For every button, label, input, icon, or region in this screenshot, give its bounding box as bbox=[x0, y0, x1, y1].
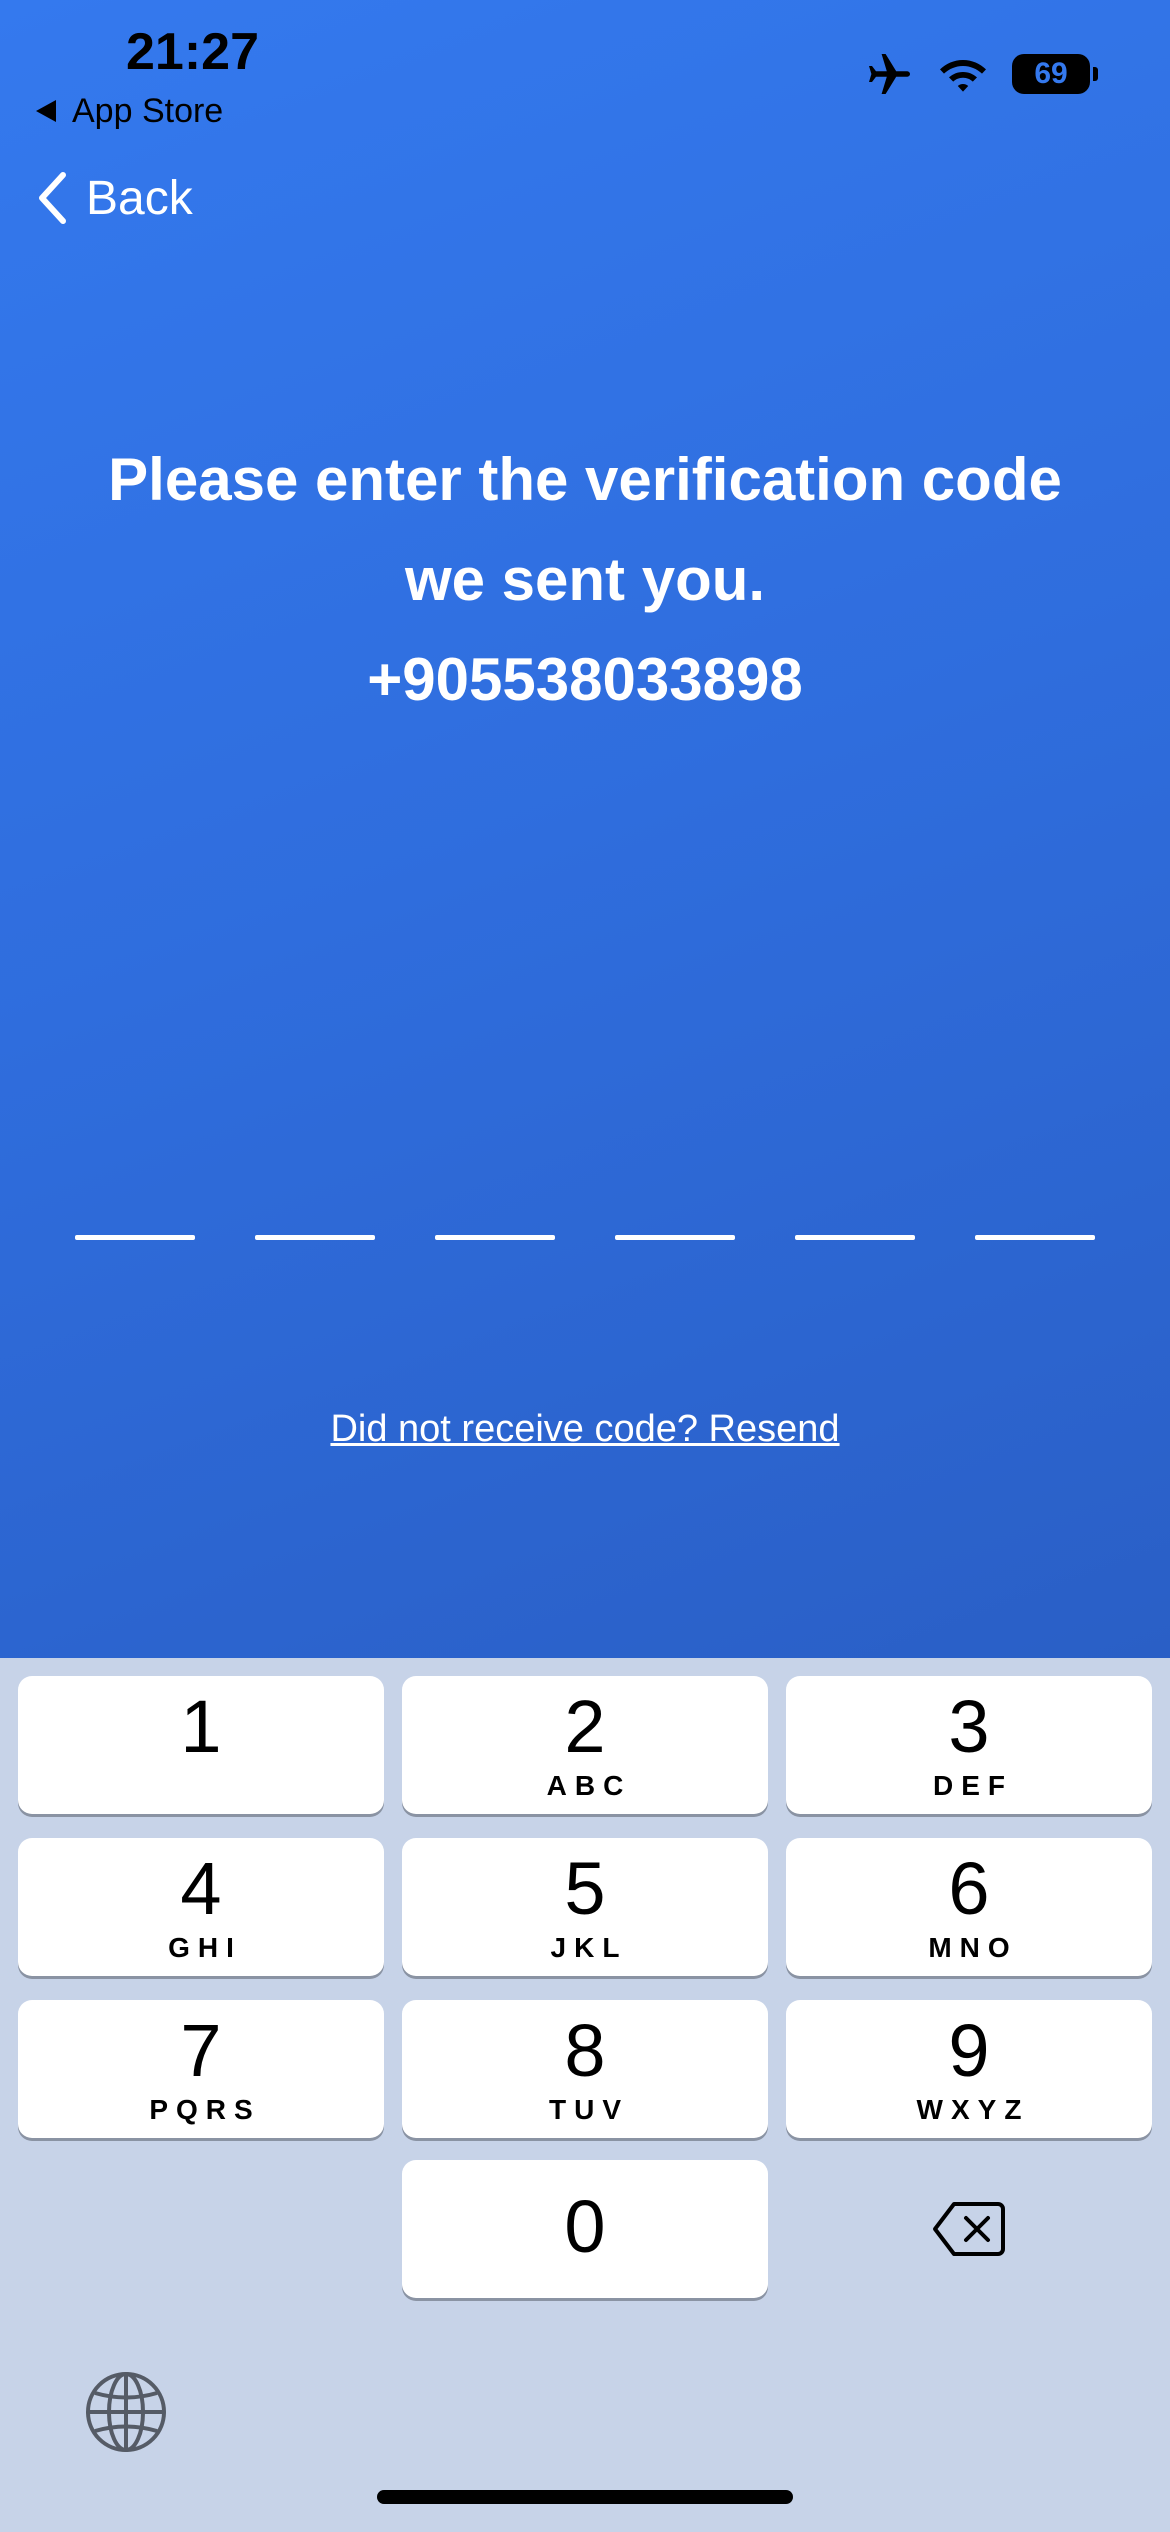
resend-link[interactable]: Did not receive code? Resend bbox=[0, 1408, 1170, 1451]
key-letters: PQRS bbox=[149, 2094, 261, 2125]
battery-icon: 69 bbox=[1012, 54, 1098, 94]
key-9[interactable]: 9 WXYZ bbox=[786, 2000, 1152, 2138]
key-letters: ABC bbox=[546, 1770, 632, 1801]
key-6[interactable]: 6 MNO bbox=[786, 1838, 1152, 1976]
key-digit: 6 bbox=[948, 1847, 990, 1930]
code-slot-6[interactable] bbox=[975, 1235, 1095, 1240]
key-2[interactable]: 2 ABC bbox=[402, 1676, 768, 1814]
message-line-2: we sent you. bbox=[404, 546, 766, 613]
wifi-icon bbox=[940, 60, 986, 92]
key-4[interactable]: 4 GHI bbox=[18, 1838, 384, 1976]
airplane-icon bbox=[869, 54, 910, 94]
key-digit: 4 bbox=[180, 1847, 222, 1930]
key-5[interactable]: 5 JKL bbox=[402, 1838, 768, 1976]
code-slot-3[interactable] bbox=[435, 1235, 555, 1240]
code-slot-2[interactable] bbox=[255, 1235, 375, 1240]
key-digit: 1 bbox=[180, 1685, 222, 1768]
key-digit: 3 bbox=[948, 1685, 990, 1768]
code-slot-4[interactable] bbox=[615, 1235, 735, 1240]
code-slot-1[interactable] bbox=[75, 1235, 195, 1240]
key-digit: 8 bbox=[564, 2009, 606, 2092]
key-digit: 9 bbox=[948, 2009, 990, 2092]
key-8[interactable]: 8 TUV bbox=[402, 2000, 768, 2138]
key-letters: WXYZ bbox=[916, 2094, 1030, 2125]
key-digit: 5 bbox=[564, 1847, 606, 1930]
globe-icon[interactable] bbox=[84, 2370, 168, 2454]
home-indicator[interactable] bbox=[377, 2490, 793, 2504]
key-letters: MNO bbox=[928, 1932, 1018, 1963]
key-digit: 0 bbox=[564, 2185, 606, 2268]
verification-message: Please enter the verification code we se… bbox=[60, 430, 1110, 730]
code-input[interactable] bbox=[75, 1235, 1095, 1241]
key-1[interactable]: 1 bbox=[18, 1676, 384, 1814]
key-letters: TUV bbox=[549, 2094, 629, 2125]
key-digit: 7 bbox=[180, 2009, 222, 2092]
key-3[interactable]: 3 DEF bbox=[786, 1676, 1152, 1814]
phone-number: +905538033898 bbox=[367, 646, 803, 713]
battery-level: 69 bbox=[1034, 57, 1068, 90]
key-letters: JKL bbox=[550, 1932, 628, 1963]
chevron-left-icon bbox=[39, 172, 66, 224]
back-label: Back bbox=[86, 171, 193, 225]
back-button[interactable]: Back bbox=[36, 166, 193, 230]
key-0[interactable]: 0 bbox=[402, 2160, 768, 2298]
key-digit: 2 bbox=[564, 1685, 606, 1768]
status-time: 21:27 bbox=[126, 23, 259, 81]
return-to-app-store[interactable]: App Store bbox=[36, 90, 223, 132]
verification-screen: 21:27 App Store 69 Back Please enter the… bbox=[0, 0, 1170, 1658]
return-app-label: App Store bbox=[72, 91, 224, 130]
back-triangle-icon bbox=[36, 100, 56, 122]
status-icons: 69 bbox=[866, 52, 1098, 96]
key-letters: DEF bbox=[933, 1770, 1013, 1801]
backspace-icon bbox=[933, 2202, 1005, 2256]
code-slot-5[interactable] bbox=[795, 1235, 915, 1240]
delete-key[interactable] bbox=[786, 2160, 1152, 2298]
key-letters: GHI bbox=[168, 1932, 242, 1963]
key-7[interactable]: 7 PQRS bbox=[18, 2000, 384, 2138]
message-line-1: Please enter the verification code bbox=[108, 446, 1062, 513]
